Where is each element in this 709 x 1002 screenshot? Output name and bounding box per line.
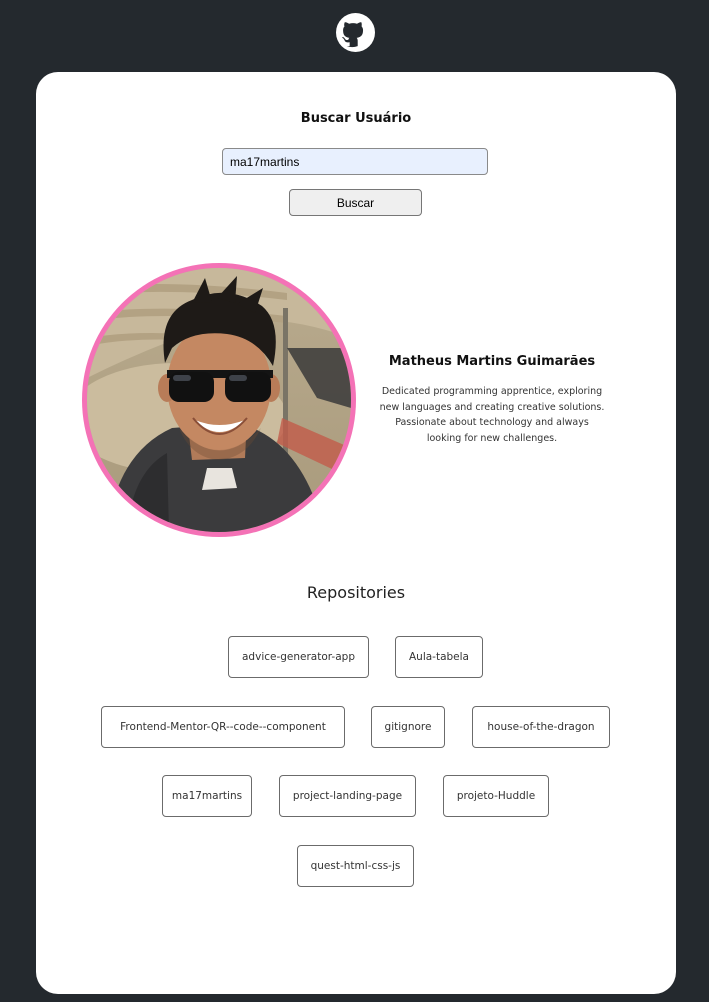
search-button[interactable]: Buscar [289,189,422,216]
repo-item[interactable]: house-of-the-dragon [472,706,610,748]
repo-item[interactable]: Aula-tabela [395,636,483,678]
profile-avatar [87,268,351,532]
profile-photo-icon [87,268,351,532]
username-search-input[interactable] [222,148,488,175]
repo-item[interactable]: quest-html-css-js [297,845,414,887]
repo-item[interactable]: gitignore [371,706,445,748]
github-logo [336,13,375,52]
repo-item[interactable]: projeto-Huddle [443,775,549,817]
profile-bio: Dedicated programming apprentice, explor… [379,386,605,444]
repo-item[interactable]: advice-generator-app [228,636,369,678]
search-title: Buscar Usuário [300,111,412,126]
repositories-title: Repositories [306,583,406,602]
main-card: Buscar Usuário Buscar [36,72,676,994]
repo-item[interactable]: ma17martins [162,775,252,817]
repo-item[interactable]: project-landing-page [279,775,416,817]
avatar-ring [82,263,356,537]
profile-name: Matheus Martins Guimarães [388,354,596,369]
github-octocat-icon [336,13,375,52]
repo-item[interactable]: Frontend-Mentor-QR--code--component [101,706,345,748]
